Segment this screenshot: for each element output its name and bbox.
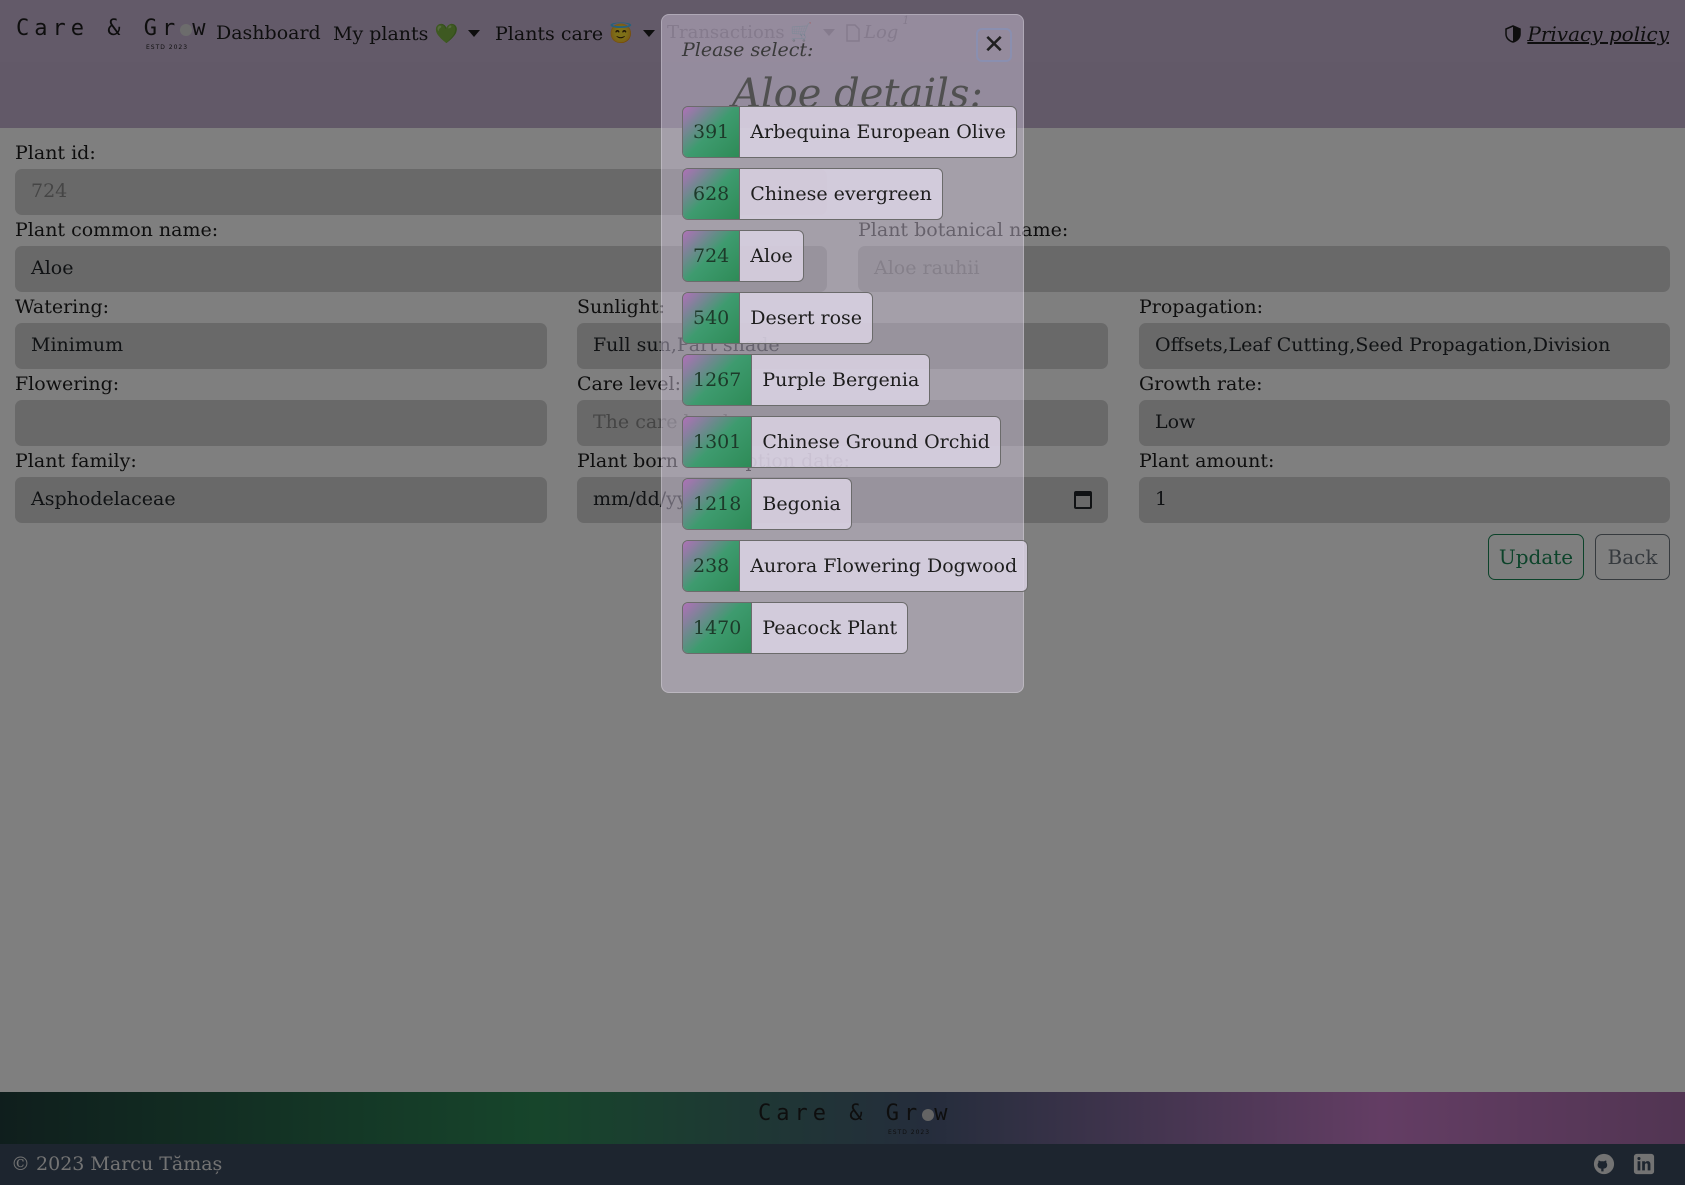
- plant-option[interactable]: 540 Desert rose: [682, 292, 874, 344]
- plant-option-id: 1267: [683, 355, 753, 405]
- plant-option-id: 724: [683, 231, 741, 281]
- plant-option-id: 238: [683, 541, 741, 591]
- plant-option-name: Arbequina European Olive: [740, 107, 1016, 157]
- plant-option[interactable]: 1267 Purple Bergenia: [682, 354, 931, 406]
- close-icon: ✕: [983, 30, 1005, 60]
- plant-option-id: 1218: [683, 479, 753, 529]
- plant-option-name: Chinese evergreen: [740, 169, 942, 219]
- plant-option-id: 391: [683, 107, 741, 157]
- plant-option-id: 1470: [683, 603, 753, 653]
- plant-option[interactable]: 1301 Chinese Ground Orchid: [682, 416, 1001, 468]
- close-button[interactable]: ✕: [976, 28, 1012, 62]
- plant-select-modal: Please select: Aloe details: ✕ 391 Arbeq…: [661, 14, 1029, 693]
- plant-option-name: Peacock Plant: [752, 603, 908, 653]
- plant-option[interactable]: 238 Aurora Flowering Dogwood: [682, 540, 1029, 592]
- plant-option-id: 1301: [683, 417, 753, 467]
- plant-option-name: Chinese Ground Orchid: [752, 417, 1000, 467]
- plant-option-name: Begonia: [752, 479, 851, 529]
- plant-option[interactable]: 1470 Peacock Plant: [682, 602, 909, 654]
- modal-title: Please select:: [682, 39, 814, 61]
- plant-option[interactable]: 628 Chinese evergreen: [682, 168, 943, 220]
- plant-option-name: Aloe: [740, 231, 803, 281]
- plant-option[interactable]: 724 Aloe: [682, 230, 804, 282]
- plant-option[interactable]: 391 Arbequina European Olive: [682, 106, 1017, 158]
- plant-option-name: Aurora Flowering Dogwood: [740, 541, 1028, 591]
- plant-option-name: Desert rose: [740, 293, 873, 343]
- plant-option-name: Purple Bergenia: [752, 355, 930, 405]
- plant-option-id: 628: [683, 169, 741, 219]
- plant-option-id: 540: [683, 293, 741, 343]
- plant-option[interactable]: 1218 Begonia: [682, 478, 852, 530]
